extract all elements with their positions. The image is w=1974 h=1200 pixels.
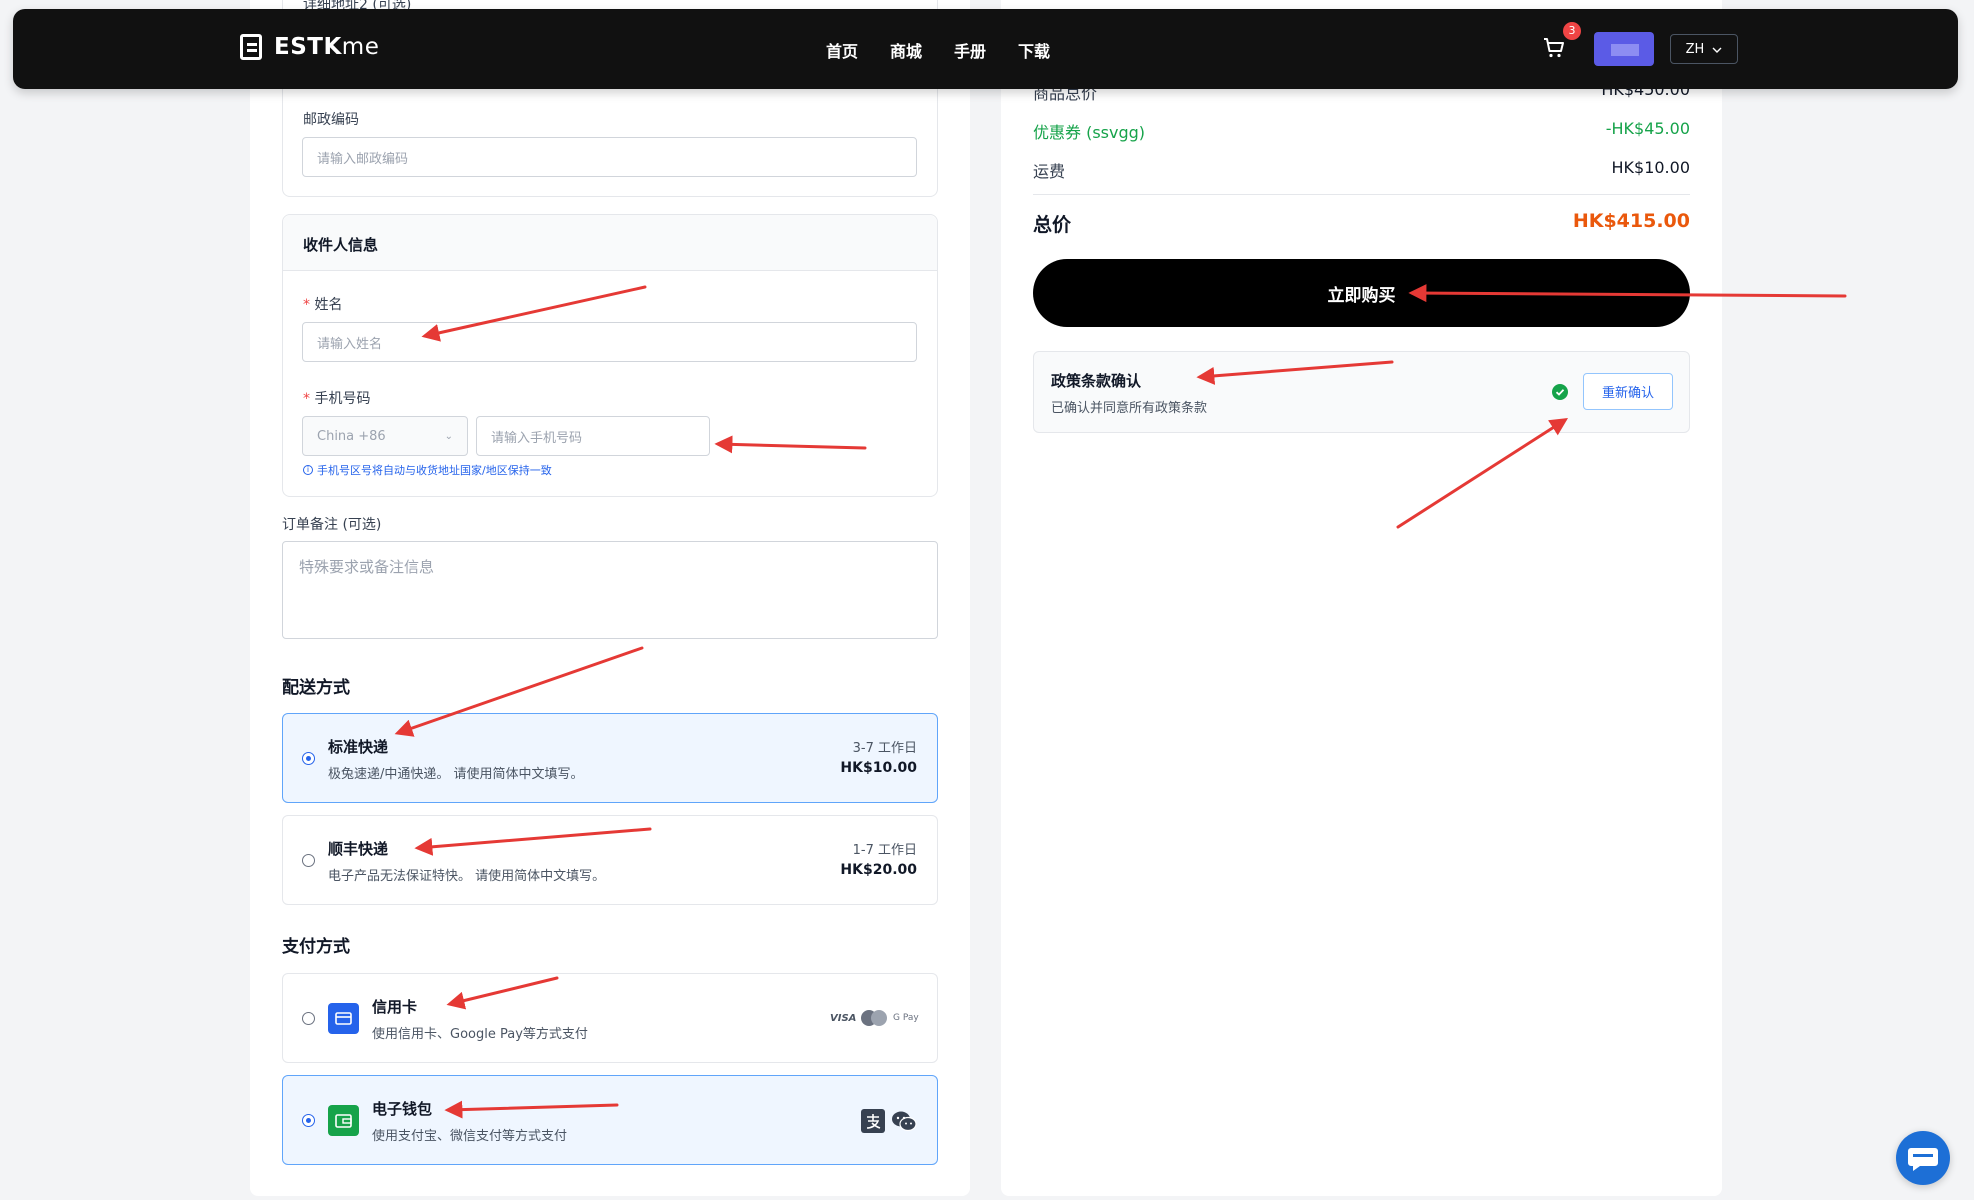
language-value: ZH xyxy=(1685,41,1705,57)
shipping-days-sf: 1-7 工作日 xyxy=(852,843,917,858)
shipping-name-sf: 顺丰快递 xyxy=(328,840,389,858)
payment-desc-wallet: 使用支付宝、微信支付等方式支付 xyxy=(372,1129,568,1144)
radio-sf[interactable] xyxy=(302,854,315,867)
shipping-title: 配送方式 xyxy=(282,678,350,698)
phone-code-select[interactable]: China +86 ⌄ xyxy=(302,416,468,456)
payment-option-card[interactable]: 信用卡 使用信用卡、Google Pay等方式支付 VISA G Pay xyxy=(282,973,938,1063)
policy-subtitle: 已确认并同意所有政策条款 xyxy=(1051,401,1208,416)
policy-confirm-box: 政策条款确认 已确认并同意所有政策条款 重新确认 xyxy=(1033,351,1690,433)
shipping-name-standard: 标准快递 xyxy=(328,738,389,756)
shipping-desc-sf: 电子产品无法保证特快。 请使用简体中文填写。 xyxy=(328,869,606,884)
name-label: 姓名 xyxy=(303,294,342,314)
order-summary-card xyxy=(1001,0,1722,1196)
radio-card[interactable] xyxy=(302,1012,315,1025)
payment-name-wallet: 电子钱包 xyxy=(372,1100,433,1118)
gpay-logo: G Pay xyxy=(893,1013,919,1023)
phone-hint: i 手机号区号将自动与收货地址国家/地区保持一致 xyxy=(303,462,552,478)
name-input[interactable]: 请输入姓名 xyxy=(302,322,917,362)
phone-label: 手机号码 xyxy=(303,388,370,408)
credit-card-icon xyxy=(328,1003,359,1034)
logo-icon xyxy=(240,34,262,60)
visa-logo: VISA xyxy=(830,1013,857,1024)
phone-hint-text: 手机号区号将自动与收货地址国家/地区保持一致 xyxy=(317,464,552,477)
nav-home[interactable]: 首页 xyxy=(826,38,858,62)
mastercard-logo xyxy=(861,1010,887,1026)
coupon-value: -HK$45.00 xyxy=(1605,119,1690,138)
logo-text-light: me xyxy=(341,34,380,60)
summary-divider xyxy=(1033,194,1690,195)
shipping-fee-label: 运费 xyxy=(1033,162,1066,181)
total-label: 总价 xyxy=(1033,214,1072,236)
payment-desc-card: 使用信用卡、Google Pay等方式支付 xyxy=(372,1027,588,1042)
buy-now-button[interactable]: 立即购买 xyxy=(1033,259,1690,327)
nav-manual[interactable]: 手册 xyxy=(954,38,986,62)
nav-links: 首页 商城 手册 下载 xyxy=(826,38,1050,62)
chevron-down-icon: ⌄ xyxy=(444,430,453,442)
shipping-option-sf[interactable]: 顺丰快递 电子产品无法保证特快。 请使用简体中文填写。 1-7 工作日 HK$2… xyxy=(282,815,938,905)
shipping-price-standard: HK$10.00 xyxy=(840,760,917,776)
payment-name-card: 信用卡 xyxy=(372,998,418,1016)
payment-option-wallet[interactable]: 电子钱包 使用支付宝、微信支付等方式支付 xyxy=(282,1075,938,1165)
phone-code-value: China +86 xyxy=(317,428,386,444)
total-value: HK$415.00 xyxy=(1572,210,1690,232)
alipay-icon xyxy=(861,1109,885,1133)
coupon-label: 优惠券 (ssvgg) xyxy=(1033,123,1146,142)
reconfirm-button[interactable]: 重新确认 xyxy=(1583,373,1673,410)
avatar xyxy=(1611,44,1639,56)
shipping-price-sf: HK$20.00 xyxy=(840,862,917,878)
wallet-icon xyxy=(328,1105,359,1136)
radio-wallet[interactable] xyxy=(302,1114,315,1127)
nav-download[interactable]: 下载 xyxy=(1018,38,1050,62)
phone-input[interactable]: 请输入手机号码 xyxy=(476,416,710,456)
shipping-desc-standard: 极兔速递/中通快递。 请使用简体中文填写。 xyxy=(328,767,584,782)
cart-icon[interactable] xyxy=(1542,36,1566,60)
chevron-down-icon xyxy=(1712,42,1722,57)
radio-standard[interactable] xyxy=(302,752,315,765)
shipping-fee-value: HK$10.00 xyxy=(1611,158,1690,177)
info-icon: i xyxy=(303,465,313,475)
chat-support-button[interactable] xyxy=(1896,1131,1950,1185)
shipping-days-standard: 3-7 工作日 xyxy=(852,741,917,756)
logo-text-bold: ESTK xyxy=(274,34,342,60)
user-account-button[interactable] xyxy=(1594,32,1654,66)
wechat-pay-icon xyxy=(891,1110,917,1132)
recipient-header xyxy=(283,215,937,271)
payment-title: 支付方式 xyxy=(282,937,350,957)
postal-code-input[interactable]: 请输入邮政编码 xyxy=(302,137,917,177)
postal-code-label: 邮政编码 xyxy=(303,112,359,128)
shipping-option-standard[interactable]: 标准快递 极兔速递/中通快递。 请使用简体中文填写。 3-7 工作日 HK$10… xyxy=(282,713,938,803)
notes-textarea[interactable]: 特殊要求或备注信息 xyxy=(282,541,938,639)
chat-icon xyxy=(1908,1148,1938,1171)
recipient-title: 收件人信息 xyxy=(303,236,379,254)
nav-shop[interactable]: 商城 xyxy=(890,38,922,62)
policy-title: 政策条款确认 xyxy=(1051,372,1142,390)
language-select[interactable]: ZH xyxy=(1670,34,1738,64)
check-circle-icon xyxy=(1552,384,1568,400)
brand-logo[interactable]: ESTKme xyxy=(240,34,379,60)
notes-label: 订单备注 (可选) xyxy=(282,517,382,533)
cart-count-badge: 3 xyxy=(1563,22,1581,40)
